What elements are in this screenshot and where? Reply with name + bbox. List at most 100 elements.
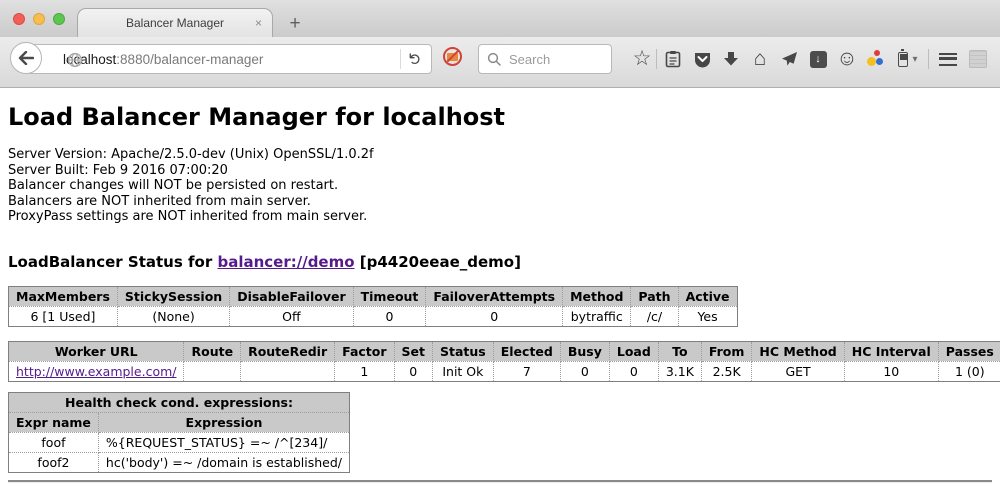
tab-groups-page-icon[interactable] [966, 47, 990, 71]
cell-maxmembers: 6 [1 Used] [9, 306, 118, 326]
persist-notice-line: Balancer changes will NOT be persisted o… [8, 178, 992, 194]
send-plane-icon[interactable] [777, 47, 801, 71]
table-header-row: MaxMembers StickySession DisableFailover… [9, 286, 738, 306]
cell-expression: %{REQUEST_STATUS} =~ /^[234]/ [98, 432, 349, 452]
menu-hamburger-icon[interactable] [936, 47, 960, 71]
col-disablefailover: DisableFailover [230, 286, 353, 306]
server-info-block: Server Version: Apache/2.5.0-dev (Unix) … [8, 147, 992, 225]
plugin-blocked-icon[interactable] [443, 47, 462, 66]
tab-close-icon[interactable]: × [255, 16, 262, 30]
traffic-lights [13, 13, 65, 25]
col-hc-method: HC Method [752, 341, 844, 361]
back-arrow-icon [18, 51, 34, 65]
overflow-chevron-icon[interactable]: ▾ [908, 47, 922, 71]
cell-passes: 1 (0) [938, 361, 1000, 381]
col-maxmembers: MaxMembers [9, 286, 118, 306]
health-check-expressions-table: Health check cond. expressions: Expr nam… [8, 392, 350, 473]
window-minimize-button[interactable] [33, 13, 45, 25]
downloads-panel-square-icon[interactable]: ↓ [806, 47, 830, 71]
balancers-notice-line: Balancers are NOT inherited from main se… [8, 194, 992, 210]
bottom-divider [8, 480, 992, 483]
cell-expression: hc('body') =~ /domain is established/ [98, 452, 349, 472]
page-content: Load Balancer Manager for localhost Serv… [0, 103, 1000, 483]
cell-worker-url: http://www.example.com/ [9, 361, 184, 381]
bookmark-star-icon[interactable]: ☆ [630, 47, 654, 71]
table-row: http://www.example.com/ 1 0 Init Ok 7 0 … [9, 361, 1000, 381]
cell-active: Yes [678, 306, 737, 326]
loadbalancer-status-heading: LoadBalancer Status for balancer://demo … [8, 253, 992, 271]
col-failoverattempts: FailoverAttempts [426, 286, 563, 306]
browser-chrome: Balancer Manager × + localhost:8880/bala… [0, 0, 1000, 88]
site-identity-globe-icon[interactable] [67, 52, 83, 73]
cell-busy: 0 [560, 361, 609, 381]
cell-hc-interval: 10 [844, 361, 938, 381]
cell-expr-name: foof2 [9, 452, 99, 472]
col-set: Set [394, 341, 432, 361]
balancer-demo-link[interactable]: balancer://demo [217, 253, 354, 271]
back-button[interactable] [10, 42, 42, 74]
url-text[interactable]: localhost:8880/balancer-manager [63, 52, 400, 67]
col-elected: Elected [493, 341, 560, 361]
page-title: Load Balancer Manager for localhost [8, 103, 992, 132]
server-version-line: Server Version: Apache/2.5.0-dev (Unix) … [8, 147, 992, 163]
reading-list-clipboard-icon[interactable] [661, 47, 685, 71]
urlbar-separator [400, 49, 401, 69]
cell-failoverattempts: 0 [426, 306, 563, 326]
col-worker-url: Worker URL [9, 341, 184, 361]
cell-hc-method: GET [752, 361, 844, 381]
cell-to: 3.1K [658, 361, 701, 381]
col-from: From [701, 341, 752, 361]
battery-shape [898, 52, 908, 67]
cell-disablefailover: Off [230, 306, 353, 326]
hamburger-bars-shape [939, 53, 957, 66]
page-grid-shape [969, 50, 987, 68]
col-path: Path [631, 286, 678, 306]
home-icon[interactable]: ⌂ [748, 47, 772, 71]
table-row: foof %{REQUEST_STATUS} =~ /^[234]/ [9, 432, 350, 452]
col-status: Status [433, 341, 494, 361]
cell-status: Init Ok [433, 361, 494, 381]
col-routeredir: RouteRedir [241, 341, 335, 361]
toolbar-separator [656, 49, 657, 69]
tab-balancer-manager[interactable]: Balancer Manager × [77, 8, 273, 37]
window-close-button[interactable] [13, 13, 25, 25]
table-row: 6 [1 Used] (None) Off 0 0 bytraffic /c/ … [9, 306, 738, 326]
col-passes: Passes [938, 341, 1000, 361]
health-table-title: Health check cond. expressions: [9, 392, 350, 412]
col-route: Route [184, 341, 241, 361]
balancer-settings-table: MaxMembers StickySession DisableFailover… [8, 286, 738, 327]
cell-route [184, 361, 241, 381]
col-timeout: Timeout [353, 286, 426, 306]
cell-path: /c/ [631, 306, 678, 326]
status-heading-prefix: LoadBalancer Status for [8, 253, 212, 271]
col-busy: Busy [560, 341, 609, 361]
cell-timeout: 0 [353, 306, 426, 326]
url-bar[interactable]: localhost:8880/balancer-manager ↻ [26, 44, 432, 74]
server-built-line: Server Built: Feb 9 2016 07:00:20 [8, 163, 992, 179]
cell-load: 0 [609, 361, 658, 381]
url-path: :8880/balancer-manager [116, 52, 263, 67]
window-zoom-button[interactable] [53, 13, 65, 25]
cell-factor: 1 [335, 361, 394, 381]
cell-from: 2.5K [701, 361, 752, 381]
emoji-addon-icon[interactable]: ☺ [835, 47, 859, 71]
status-heading-suffix: [p4420eeae_demo] [360, 253, 521, 271]
search-bar[interactable] [478, 44, 612, 74]
cell-method: bytraffic [563, 306, 631, 326]
cell-elected: 7 [493, 361, 560, 381]
col-active: Active [678, 286, 737, 306]
color-dots-addon-icon[interactable] [863, 47, 887, 71]
tab-bar: Balancer Manager × + [0, 0, 1000, 37]
worker-url-link[interactable]: http://www.example.com/ [16, 364, 176, 379]
pocket-icon[interactable] [690, 47, 714, 71]
col-to: To [658, 341, 701, 361]
download-icon[interactable] [719, 47, 743, 71]
proxypass-notice-line: ProxyPass settings are NOT inherited fro… [8, 209, 992, 225]
worker-status-table: Worker URL Route RouteRedir Factor Set S… [8, 341, 1000, 382]
table-title-row: Health check cond. expressions: [9, 392, 350, 412]
col-load: Load [609, 341, 658, 361]
col-hc-interval: HC Interval [844, 341, 938, 361]
reload-icon[interactable]: ↻ [405, 52, 425, 65]
search-input[interactable] [507, 51, 597, 68]
new-tab-button[interactable]: + [283, 13, 307, 35]
